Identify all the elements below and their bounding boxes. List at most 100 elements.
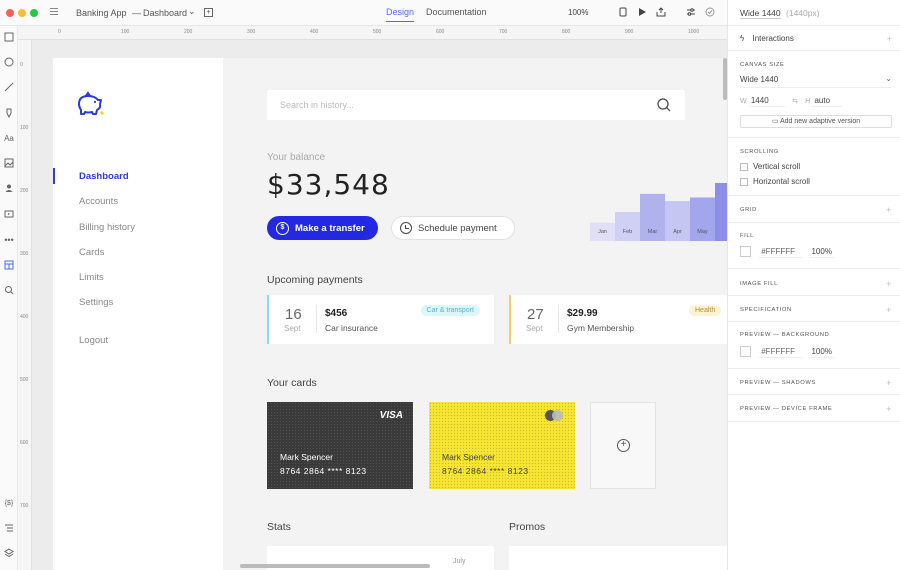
add-shadow-icon[interactable]: + [886,378,892,388]
tab-design[interactable]: Design [386,7,415,22]
stats-title: Stats [267,521,291,533]
payment-card-gym[interactable]: 27 Sept $29.99 Gym Membership Health [509,295,727,344]
chart-category-label: Mar [648,229,658,235]
pen-tool-icon[interactable] [3,108,15,120]
credit-card-mastercard[interactable]: Mark Spencer 8764 2864 **** 8123 [429,402,575,489]
canvas-preset-select[interactable]: Wide 1440 ⌄ [740,74,892,88]
ruler-tick-label: 700 [499,29,508,35]
add-screen-icon[interactable]: + [204,8,213,17]
component-tool-icon[interactable] [3,209,15,221]
list-icon[interactable] [3,523,15,535]
vertical-scroll-option[interactable]: Vertical scroll [740,162,892,171]
schedule-payment-button[interactable]: Schedule payment [391,216,515,240]
link-dimensions-icon[interactable]: ⇆ [792,98,798,105]
settings-sliders-icon[interactable] [686,7,696,17]
width-input[interactable]: 1440 [748,95,785,107]
add-device-frame-icon[interactable]: + [886,404,892,414]
payment-month: Sept [526,324,543,333]
sidebar-item-settings[interactable]: Settings [79,297,113,308]
variables-icon[interactable]: {$} [3,498,15,510]
image-fill-heading: IMAGE FILL [740,281,778,287]
sidebar-item-billing-history[interactable]: Billing history [79,222,135,233]
canvas-preset-value: Wide 1440 [740,75,779,84]
screen-name[interactable]: Dashboard [143,8,187,18]
background-hex-input[interactable]: #FFFFFF [759,346,804,358]
add-card-button[interactable]: + [590,402,656,489]
sidebar-item-accounts[interactable]: Accounts [79,196,118,207]
line-tool-icon[interactable] [3,82,15,94]
layout-tool-icon[interactable] [3,260,15,272]
share-icon[interactable] [656,7,666,17]
add-interaction-icon[interactable]: + [887,34,892,44]
add-adaptive-version-button[interactable]: ▭ Add new adaptive version [740,115,892,128]
search-bar[interactable]: Search in history... [267,90,685,120]
fill-color-swatch[interactable] [740,246,751,258]
interactions-row[interactable]: ϟ Interactions + [740,34,892,44]
logout-link[interactable]: Logout [79,335,108,346]
grid-row[interactable]: GRID + [740,205,892,215]
height-input[interactable]: auto [812,95,843,107]
payment-card-car-insurance[interactable]: 16 Sept $456 Car insurance Car & transpo… [267,295,494,344]
card-holder: Mark Spencer [280,452,333,462]
ellipse-tool-icon[interactable] [3,57,15,69]
project-name[interactable]: Banking App [76,8,127,18]
search-tool-icon[interactable] [3,285,15,297]
sidebar-item-limits[interactable]: Limits [79,272,104,283]
ruler-tick-label: 300 [20,251,29,257]
credit-card-visa[interactable]: VISA Mark Spencer 8764 2864 **** 8123 [267,402,413,489]
horizontal-scroll-option[interactable]: Horizontal scroll [740,177,892,186]
rectangle-tool-icon[interactable] [3,32,15,44]
tab-documentation[interactable]: Documentation [426,7,487,21]
divider [728,25,900,26]
preview-device-frame-row[interactable]: PREVIEW — DEVICE FRAME + [740,404,892,414]
stats-period-select[interactable]: July [453,558,465,565]
zoom-window-button[interactable] [30,9,38,17]
close-window-button[interactable] [6,9,14,17]
add-image-fill-icon[interactable]: + [886,279,892,289]
check-circle-icon[interactable] [705,7,715,17]
preset-px: (1440px) [786,8,820,18]
user-tool-icon[interactable] [3,183,15,195]
sidebar-item-cards[interactable]: Cards [79,247,104,258]
zoom-level[interactable]: 100% [568,8,588,17]
ruler-tick-label: 900 [625,29,634,35]
play-icon[interactable] [637,7,647,17]
fill-hex-input[interactable]: #FFFFFF [759,246,804,258]
image-tool-icon[interactable] [3,158,15,170]
specification-row[interactable]: SPECIFICATION + [740,305,892,315]
add-specification-icon[interactable]: + [886,305,892,315]
preset-name[interactable]: Wide 1440 [740,8,781,19]
preset-row[interactable]: Wide 1440 (1440px) [740,8,892,19]
background-opacity-input[interactable]: 100% [809,346,836,358]
background-color-swatch[interactable] [740,346,751,358]
divider [728,368,900,369]
layers-icon[interactable] [3,548,15,560]
screen-chevron-icon[interactable]: ⌄ [188,6,196,17]
artboard[interactable]: Dashboard Accounts Billing history Cards… [53,58,727,570]
search-icon[interactable] [657,98,671,112]
make-transfer-button[interactable]: $ Make a transfer [267,216,378,240]
more-tools-icon[interactable]: ••• [3,234,15,246]
add-grid-icon[interactable]: + [886,205,892,215]
search-input[interactable]: Search in history... [280,100,354,110]
device-preview-icon[interactable] [618,7,628,17]
preview-background-heading: PREVIEW — BACKGROUND [740,332,830,338]
preview-shadows-row[interactable]: PREVIEW — SHADOWS + [740,378,892,388]
minimize-window-button[interactable] [18,9,26,17]
vertical-scroll-checkbox[interactable] [740,162,748,171]
clock-icon [400,222,412,234]
divider [728,295,900,296]
hamburger-menu-icon[interactable] [50,8,58,15]
image-fill-row[interactable]: IMAGE FILL + [740,279,892,289]
device-icon: ▭ [771,118,779,125]
divider [728,137,900,138]
fill-opacity-input[interactable]: 100% [809,246,836,258]
canvas-horizontal-scrollbar[interactable] [240,564,430,568]
horizontal-scroll-checkbox[interactable] [740,177,748,186]
text-tool-icon[interactable]: Aa [3,133,15,145]
canvas-dimensions-row: W 1440 ⇆ H auto [740,95,892,107]
ruler-tick-label: 400 [310,29,319,35]
sidebar-item-dashboard[interactable]: Dashboard [79,171,129,182]
design-canvas[interactable]: Dashboard Accounts Billing history Cards… [32,40,727,570]
preview-shadows-heading: PREVIEW — SHADOWS [740,380,816,386]
